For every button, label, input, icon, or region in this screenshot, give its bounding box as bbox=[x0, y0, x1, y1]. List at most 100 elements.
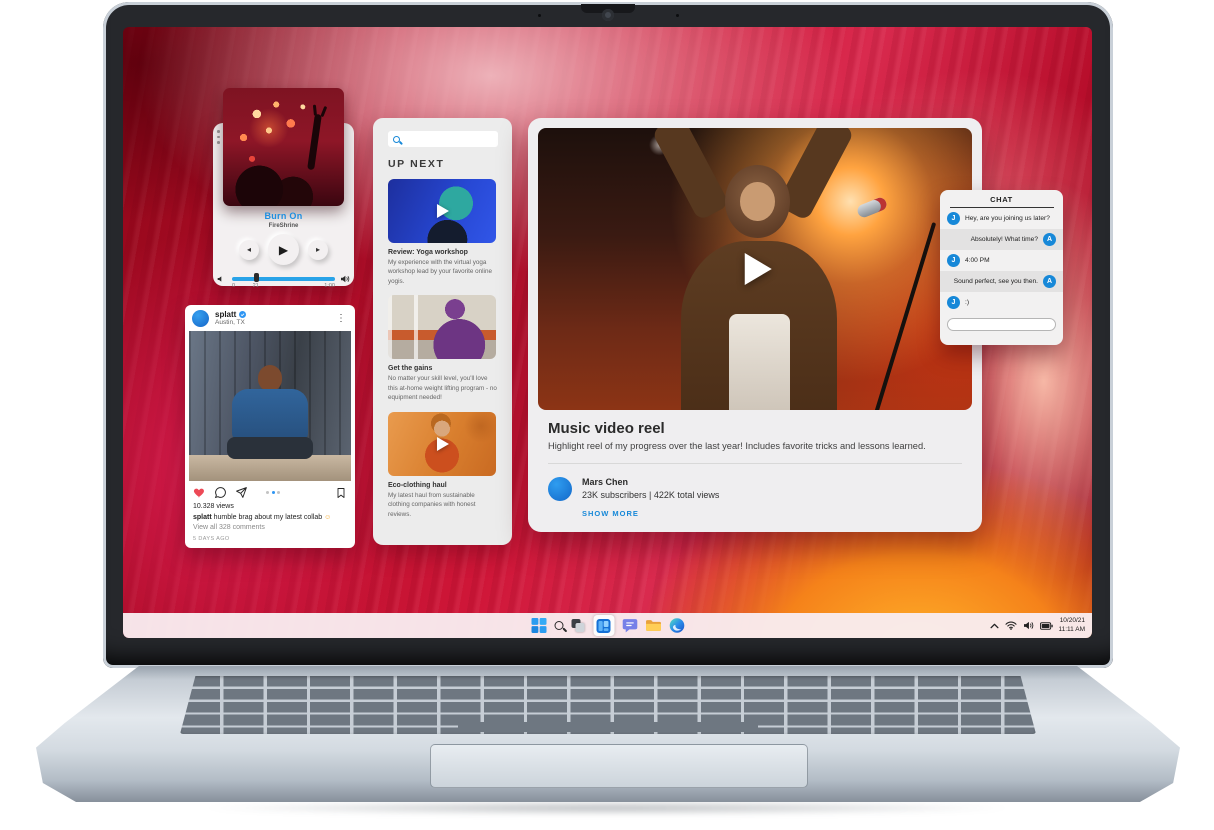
show-more-button[interactable]: SHOW MORE bbox=[582, 509, 719, 518]
up-next-item[interactable]: Review: Yoga workshop My experience with… bbox=[388, 179, 498, 286]
video-title: Music video reel bbox=[548, 420, 665, 437]
active-media-app-icon[interactable] bbox=[593, 615, 614, 636]
smiley-emoji: ☺ bbox=[324, 513, 332, 521]
keyboard[interactable] bbox=[180, 676, 1036, 734]
video-title[interactable]: Get the gains bbox=[388, 365, 498, 372]
tray-chevron-icon[interactable] bbox=[989, 623, 999, 629]
avatar: J bbox=[947, 254, 960, 267]
task-view-icon[interactable] bbox=[571, 618, 585, 633]
tray-time: 11:11 AM bbox=[1058, 625, 1086, 633]
battery-icon[interactable] bbox=[1039, 621, 1053, 630]
play-icon[interactable] bbox=[744, 253, 772, 285]
progress-scrubber[interactable] bbox=[253, 273, 259, 282]
bookmark-icon[interactable] bbox=[335, 487, 347, 499]
rock-hand-silhouette bbox=[307, 113, 322, 171]
spacebar-key[interactable] bbox=[458, 722, 758, 732]
microphone-dot bbox=[538, 14, 541, 17]
avatar: A bbox=[1043, 275, 1056, 288]
location: Austin, TX bbox=[215, 319, 245, 327]
video-title[interactable]: Eco-clothing haul bbox=[388, 482, 498, 489]
song-title: Burn On bbox=[264, 211, 303, 221]
file-explorer-icon[interactable] bbox=[645, 619, 661, 632]
avatar[interactable] bbox=[192, 310, 209, 327]
view-count: 10.328 views bbox=[193, 503, 234, 510]
laptop-lid: Burn On FireShrine ◂ ▶ ▸ 0 21 1:00 splat… bbox=[103, 2, 1113, 668]
microphone bbox=[856, 196, 889, 220]
volume-mute-icon[interactable] bbox=[217, 275, 225, 283]
video-title[interactable]: Review: Yoga workshop bbox=[388, 249, 498, 256]
mic-stand bbox=[868, 221, 937, 410]
video-description: Highlight reel of my progress over the l… bbox=[548, 441, 926, 451]
video-thumbnail[interactable] bbox=[388, 411, 496, 476]
up-next-item[interactable]: Eco-clothing haul My latest haul from su… bbox=[388, 411, 498, 519]
up-next-item[interactable]: Get the gains No matter your skill level… bbox=[388, 295, 498, 402]
channel-avatar[interactable] bbox=[548, 477, 572, 501]
desktop-screen: Burn On FireShrine ◂ ▶ ▸ 0 21 1:00 splat… bbox=[123, 27, 1092, 638]
chat-widget: CHAT J Hey, are you joining us later? Ab… bbox=[940, 190, 1063, 345]
drag-handle-icon[interactable] bbox=[217, 130, 220, 144]
avatar: J bbox=[947, 212, 960, 225]
view-comments-link[interactable]: View all 328 comments bbox=[193, 523, 347, 534]
channel-name[interactable]: Mars Chen bbox=[582, 477, 719, 487]
video-description: No matter your skill level, you'll love … bbox=[388, 375, 497, 402]
search-icon[interactable] bbox=[554, 621, 563, 630]
webcam bbox=[602, 9, 614, 21]
previous-icon: ◂ bbox=[246, 245, 251, 254]
chat-message: Sound perfect, see you then. A bbox=[940, 271, 1063, 292]
avatar: J bbox=[947, 296, 960, 309]
teams-chat-icon[interactable] bbox=[622, 618, 637, 633]
video-frame[interactable] bbox=[538, 128, 972, 410]
video-thumbnail[interactable] bbox=[388, 179, 496, 243]
video-description: My latest haul from sustainable clothing… bbox=[388, 491, 476, 518]
like-heart-icon[interactable] bbox=[193, 486, 206, 499]
up-next-header: UP NEXT bbox=[388, 158, 445, 170]
next-track-button[interactable]: ▸ bbox=[308, 239, 328, 260]
music-player-widget: Burn On FireShrine ◂ ▶ ▸ 0 21 1:00 bbox=[213, 88, 354, 289]
chat-input[interactable] bbox=[947, 318, 1056, 331]
play-button[interactable]: ▶ bbox=[268, 234, 299, 265]
wifi-icon[interactable] bbox=[1004, 621, 1017, 630]
chat-message: J :) bbox=[940, 292, 1063, 313]
tray-date: 10/20/21 bbox=[1059, 617, 1085, 625]
start-button-icon[interactable] bbox=[531, 618, 546, 633]
song-artist: FireShrine bbox=[268, 223, 299, 229]
volume-icon[interactable] bbox=[340, 275, 350, 283]
play-icon bbox=[436, 204, 449, 218]
share-icon[interactable] bbox=[235, 486, 248, 499]
post-timestamp: 5 DAYS AGO bbox=[193, 535, 230, 542]
search-icon bbox=[393, 135, 400, 143]
video-player-card: Music video reel Highlight reel of my pr… bbox=[528, 118, 982, 532]
album-art bbox=[223, 88, 344, 206]
edge-browser-icon[interactable] bbox=[669, 618, 684, 633]
verified-badge-icon bbox=[239, 311, 247, 319]
more-menu-icon[interactable]: ⋮ bbox=[334, 313, 348, 324]
volume-icon[interactable] bbox=[1023, 621, 1034, 630]
next-icon: ▸ bbox=[315, 245, 320, 254]
chat-message: J 4:00 PM bbox=[940, 250, 1063, 271]
play-icon bbox=[436, 436, 449, 451]
microphone-dot bbox=[676, 14, 679, 17]
divider bbox=[548, 463, 962, 464]
chat-header: CHAT bbox=[990, 195, 1013, 204]
username[interactable]: splatt bbox=[215, 310, 236, 319]
up-next-panel: UP NEXT Review: Yoga workshop My experie… bbox=[373, 118, 512, 545]
windows-taskbar: 10/20/21 11:11 AM bbox=[123, 613, 1092, 638]
chat-message: Absolutely! What time? A bbox=[940, 229, 1063, 250]
search-bar[interactable] bbox=[388, 131, 498, 147]
comment-icon[interactable] bbox=[214, 486, 227, 499]
progress-bar[interactable] bbox=[232, 273, 335, 282]
chat-message: J Hey, are you joining us later? bbox=[940, 208, 1063, 229]
carousel-dots bbox=[266, 491, 280, 494]
social-post-widget: splatt Austin, TX ⋮ 10.328 views splatt … bbox=[185, 305, 355, 548]
progress-times: 0 21 1:00 bbox=[232, 283, 335, 289]
caption: splatt humble brag about my latest colla… bbox=[193, 513, 332, 521]
clock[interactable]: 10/20/21 11:11 AM bbox=[1059, 617, 1086, 634]
trackpad[interactable] bbox=[430, 744, 808, 788]
video-description: My experience with the virtual yoga work… bbox=[388, 259, 492, 285]
avatar: A bbox=[1043, 233, 1056, 246]
laptop-product-render: Burn On FireShrine ◂ ▶ ▸ 0 21 1:00 splat… bbox=[0, 0, 1214, 830]
channel-stats: 23K subscribers | 422K total views bbox=[582, 490, 720, 500]
play-icon: ▶ bbox=[278, 242, 289, 257]
previous-track-button[interactable]: ◂ bbox=[239, 239, 259, 260]
video-thumbnail[interactable] bbox=[388, 295, 496, 360]
